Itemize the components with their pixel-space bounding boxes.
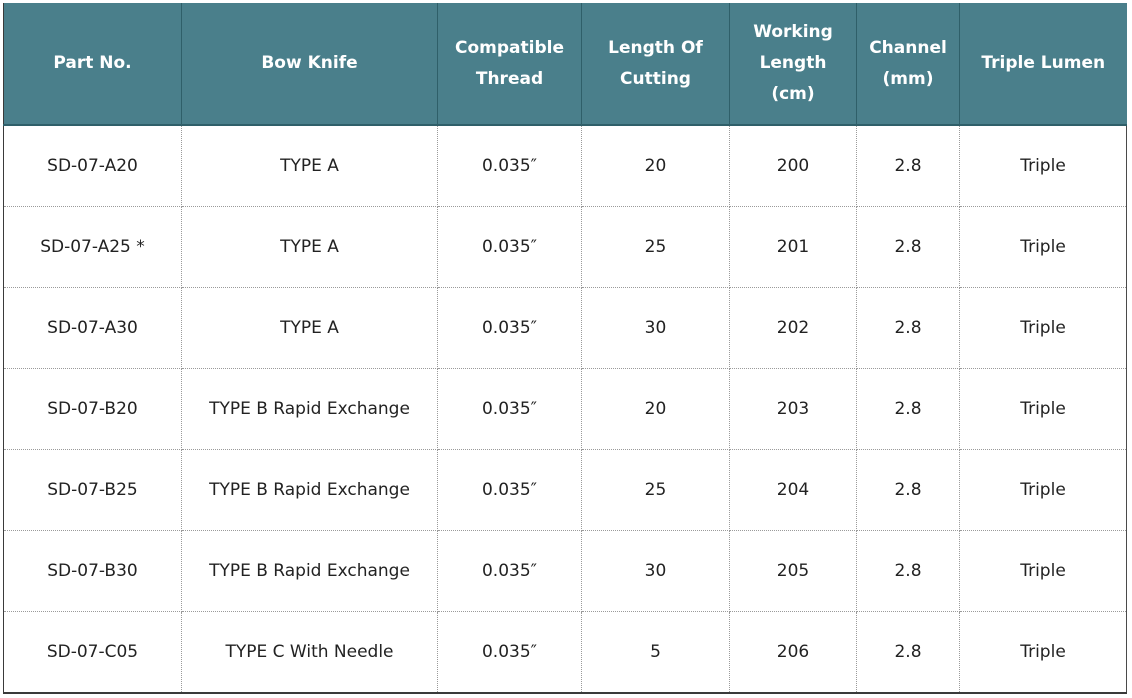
- product-spec-table: Part No. Bow Knife Compatible Thread Len…: [3, 3, 1127, 694]
- header-compatible-thread: Compatible Thread: [437, 3, 582, 126]
- cell-part-no: SD-07-A20: [3, 125, 182, 207]
- cell-channel: 2.8: [856, 530, 960, 612]
- cell-working-length: 206: [729, 611, 857, 694]
- cell-part-no: SD-07-A25 *: [3, 206, 182, 288]
- table-header-row: Part No. Bow Knife Compatible Thread Len…: [3, 3, 1127, 126]
- table-row: SD-07-B25 TYPE B Rapid Exchange 0.035″ 2…: [3, 449, 1127, 531]
- cell-length-of-cutting: 5: [581, 611, 730, 694]
- cell-channel: 2.8: [856, 125, 960, 207]
- header-length-of-cutting: Length Of Cutting: [581, 3, 730, 126]
- cell-bow-knife: TYPE B Rapid Exchange: [181, 368, 438, 450]
- cell-part-no: SD-07-B25: [3, 449, 182, 531]
- cell-channel: 2.8: [856, 611, 960, 694]
- cell-triple-lumen: Triple: [959, 611, 1127, 694]
- header-part-no: Part No.: [3, 3, 182, 126]
- header-channel: Channel (mm): [856, 3, 960, 126]
- cell-triple-lumen: Triple: [959, 287, 1127, 369]
- cell-working-length: 200: [729, 125, 857, 207]
- table-row: SD-07-B20 TYPE B Rapid Exchange 0.035″ 2…: [3, 368, 1127, 450]
- table-row: SD-07-C05 TYPE C With Needle 0.035″ 5 20…: [3, 611, 1127, 694]
- cell-working-length: 203: [729, 368, 857, 450]
- cell-triple-lumen: Triple: [959, 449, 1127, 531]
- cell-length-of-cutting: 25: [581, 206, 730, 288]
- cell-triple-lumen: Triple: [959, 125, 1127, 207]
- cell-bow-knife: TYPE A: [181, 287, 438, 369]
- cell-channel: 2.8: [856, 368, 960, 450]
- cell-compatible-thread: 0.035″: [437, 287, 582, 369]
- cell-triple-lumen: Triple: [959, 530, 1127, 612]
- cell-working-length: 205: [729, 530, 857, 612]
- cell-channel: 2.8: [856, 449, 960, 531]
- cell-working-length: 202: [729, 287, 857, 369]
- cell-bow-knife: TYPE C With Needle: [181, 611, 438, 694]
- cell-channel: 2.8: [856, 206, 960, 288]
- header-working-length: Working Length (cm): [729, 3, 857, 126]
- cell-triple-lumen: Triple: [959, 368, 1127, 450]
- table-row: SD-07-A30 TYPE A 0.035″ 30 202 2.8 Tripl…: [3, 287, 1127, 369]
- cell-compatible-thread: 0.035″: [437, 368, 582, 450]
- table-row: SD-07-B30 TYPE B Rapid Exchange 0.035″ 3…: [3, 530, 1127, 612]
- cell-channel: 2.8: [856, 287, 960, 369]
- cell-part-no: SD-07-C05: [3, 611, 182, 694]
- cell-compatible-thread: 0.035″: [437, 206, 582, 288]
- cell-bow-knife: TYPE A: [181, 206, 438, 288]
- table-row: SD-07-A25 * TYPE A 0.035″ 25 201 2.8 Tri…: [3, 206, 1127, 288]
- header-bow-knife: Bow Knife: [181, 3, 438, 126]
- cell-length-of-cutting: 30: [581, 287, 730, 369]
- cell-bow-knife: TYPE A: [181, 125, 438, 207]
- cell-length-of-cutting: 20: [581, 368, 730, 450]
- cell-compatible-thread: 0.035″: [437, 125, 582, 207]
- cell-part-no: SD-07-B30: [3, 530, 182, 612]
- cell-length-of-cutting: 25: [581, 449, 730, 531]
- cell-working-length: 204: [729, 449, 857, 531]
- cell-bow-knife: TYPE B Rapid Exchange: [181, 449, 438, 531]
- cell-part-no: SD-07-A30: [3, 287, 182, 369]
- cell-working-length: 201: [729, 206, 857, 288]
- header-triple-lumen: Triple Lumen: [959, 3, 1127, 126]
- cell-length-of-cutting: 30: [581, 530, 730, 612]
- cell-compatible-thread: 0.035″: [437, 611, 582, 694]
- cell-compatible-thread: 0.035″: [437, 449, 582, 531]
- cell-part-no: SD-07-B20: [3, 368, 182, 450]
- cell-length-of-cutting: 20: [581, 125, 730, 207]
- cell-compatible-thread: 0.035″: [437, 530, 582, 612]
- table-row: SD-07-A20 TYPE A 0.035″ 20 200 2.8 Tripl…: [3, 125, 1127, 207]
- cell-triple-lumen: Triple: [959, 206, 1127, 288]
- cell-bow-knife: TYPE B Rapid Exchange: [181, 530, 438, 612]
